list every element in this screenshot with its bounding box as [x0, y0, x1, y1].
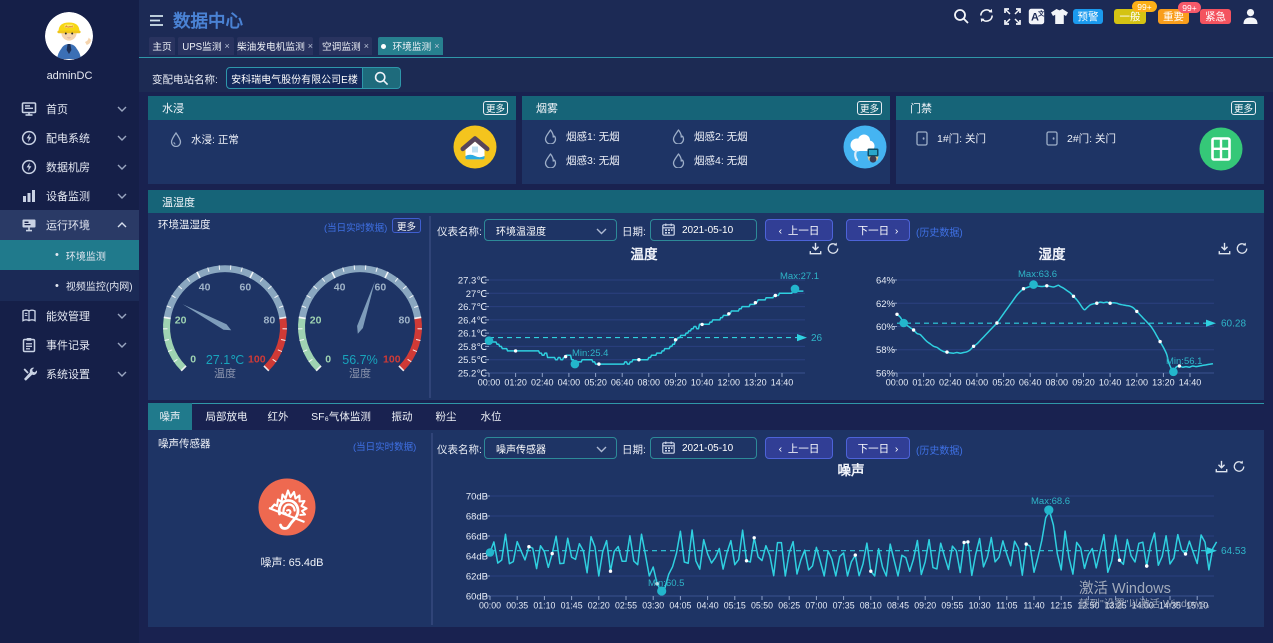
svg-text:文: 文	[1037, 8, 1045, 17]
svg-text:Acrel: Acrel	[65, 24, 73, 28]
